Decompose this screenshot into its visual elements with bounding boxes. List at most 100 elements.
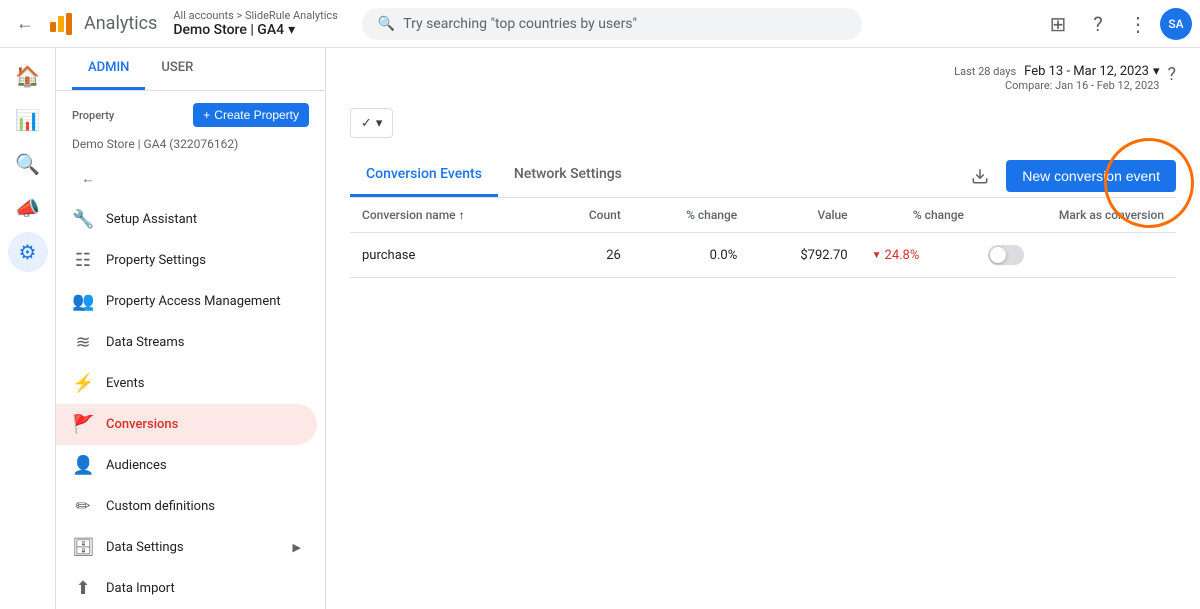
conversions-table: Conversion name Count % change Value % c…: [350, 198, 1176, 278]
avatar[interactable]: SA: [1160, 8, 1192, 40]
tab-network-settings[interactable]: Network Settings: [498, 154, 638, 197]
toggle-thumb: [990, 247, 1006, 263]
help-icon[interactable]: ?: [1167, 64, 1176, 85]
cell-count: 26: [546, 233, 633, 278]
setup-label: Setup Assistant: [106, 212, 197, 227]
streams-label: Data Streams: [106, 335, 184, 350]
top-navigation: ← Analytics All accounts > SlideRule Ana…: [0, 0, 1200, 48]
breadcrumb[interactable]: All accounts > SlideRule Analytics Demo …: [173, 9, 337, 38]
cell-count-change: 0.0%: [633, 233, 749, 278]
property-header: Property + Create Property: [72, 103, 309, 127]
account-label: Demo Store | GA4 (322076162): [56, 135, 325, 159]
status-filter-button[interactable]: ✓ ▾: [350, 108, 393, 138]
logo-bar-1: [50, 22, 56, 32]
content-area: Last 28 days Feb 13 - Mar 12, 2023 ▾ Com…: [326, 48, 1200, 609]
sidebar-item-data-streams[interactable]: ≋ Data Streams: [56, 322, 317, 363]
more-menu-button[interactable]: ⋮: [1120, 6, 1156, 42]
tab-user[interactable]: USER: [145, 48, 209, 90]
tab-conversion-events[interactable]: Conversion Events: [350, 154, 498, 197]
icon-sidebar: 🏠 📊 🔍 📣 ⚙: [0, 48, 56, 609]
status-filter: ✓ ▾: [350, 108, 1176, 138]
admin-content: Property + Create Property Demo Store | …: [56, 91, 325, 609]
col-header-value: Value: [749, 198, 859, 233]
date-compare: Compare: Jan 16 - Feb 12, 2023: [1005, 79, 1160, 92]
plus-icon: +: [203, 108, 210, 122]
data-import-icon: ⬆: [72, 578, 94, 599]
value-change-value: 24.8%: [885, 248, 920, 263]
grid-icon-button[interactable]: ⊞: [1040, 6, 1076, 42]
property-settings-label: Property Settings: [106, 253, 206, 268]
sidebar-item-advertising[interactable]: 📣: [8, 188, 48, 228]
sidebar-item-property-settings[interactable]: ☷ Property Settings: [56, 240, 317, 281]
create-property-label: Create Property: [214, 108, 299, 122]
cell-value-change: ▼ 24.8%: [860, 233, 976, 278]
content-header: Last 28 days Feb 13 - Mar 12, 2023 ▾ Com…: [326, 48, 1200, 100]
events-icon: ⚡: [72, 373, 94, 394]
breadcrumb-main[interactable]: Demo Store | GA4 ▾: [173, 22, 337, 38]
date-range[interactable]: Last 28 days Feb 13 - Mar 12, 2023 ▾ Com…: [954, 64, 1159, 92]
logo-bar-3: [66, 13, 72, 35]
app-title: Analytics: [84, 13, 157, 34]
col-header-value-change: % change: [860, 198, 976, 233]
check-icon: ✓: [361, 115, 372, 131]
main-layout: 🏠 📊 🔍 📣 ⚙ ADMIN USER Property + Create P…: [0, 48, 1200, 609]
sidebar-item-settings[interactable]: ⚙: [8, 232, 48, 272]
cell-toggle: [976, 233, 1176, 278]
sidebar-item-audiences[interactable]: 👤 Audiences: [56, 445, 317, 486]
sidebar-item-conversions[interactable]: 🚩 Conversions: [56, 404, 317, 445]
breadcrumb-top: All accounts > SlideRule Analytics: [173, 9, 337, 22]
sidebar-item-data-settings[interactable]: 🗄 Data Settings ▶: [56, 527, 317, 568]
down-arrow-icon: ▼: [872, 250, 882, 261]
streams-icon: ≋: [72, 332, 94, 353]
panel-back-button[interactable]: ←: [72, 163, 104, 195]
sidebar-item-home[interactable]: 🏠: [8, 56, 48, 96]
audiences-label: Audiences: [106, 458, 167, 473]
custom-def-icon: ✏: [72, 496, 94, 517]
back-icon[interactable]: ←: [8, 5, 42, 42]
data-import-label: Data Import: [106, 581, 175, 596]
expand-icon: ▶: [293, 541, 301, 554]
conversions-icon: 🚩: [72, 414, 94, 435]
cell-value: $792.70: [749, 233, 859, 278]
sidebar-item-custom-definitions[interactable]: ✏ Custom definitions: [56, 486, 317, 527]
sidebar-item-data-import[interactable]: ⬆ Data Import: [56, 568, 317, 609]
sidebar-item-events[interactable]: ⚡ Events: [56, 363, 317, 404]
col-header-mark: Mark as conversion: [976, 198, 1176, 233]
access-icon: 👥: [72, 291, 94, 312]
logo: [50, 13, 72, 35]
admin-user-tabs: ADMIN USER: [56, 48, 325, 91]
logo-bar-2: [58, 16, 64, 32]
help-icon-button[interactable]: ?: [1080, 6, 1116, 42]
setup-icon: 🔧: [72, 209, 94, 230]
access-label: Property Access Management: [106, 294, 281, 309]
download-button[interactable]: [962, 158, 998, 194]
audiences-icon: 👤: [72, 455, 94, 476]
nav-icon-group: ⊞ ? ⋮ SA: [1040, 6, 1192, 42]
content-body: ✓ ▾ Conversion Events Network Settings N…: [326, 100, 1200, 286]
col-header-name[interactable]: Conversion name: [350, 198, 546, 233]
custom-def-label: Custom definitions: [106, 499, 215, 514]
value-change-negative: ▼ 24.8%: [872, 248, 964, 263]
new-conversion-button[interactable]: New conversion event: [1006, 160, 1176, 192]
cell-name: purchase: [350, 233, 546, 278]
sidebar-item-setup-assistant[interactable]: 🔧 Setup Assistant: [56, 199, 317, 240]
status-filter-label: ▾: [376, 115, 383, 131]
property-settings-icon: ☷: [72, 250, 94, 271]
tab-actions: New conversion event: [962, 158, 1176, 194]
search-bar[interactable]: 🔍 Try searching "top countries by users": [362, 8, 862, 40]
tab-admin[interactable]: ADMIN: [72, 48, 145, 90]
content-tabs: Conversion Events Network Settings New c…: [350, 154, 1176, 198]
search-placeholder: Try searching "top countries by users": [403, 16, 637, 32]
col-header-count-change: % change: [633, 198, 749, 233]
sidebar-item-explore[interactable]: 🔍: [8, 144, 48, 184]
create-property-button[interactable]: + Create Property: [193, 103, 309, 127]
conversions-label: Conversions: [106, 417, 178, 432]
events-label: Events: [106, 376, 144, 391]
date-range-value[interactable]: Feb 13 - Mar 12, 2023 ▾: [1024, 64, 1159, 79]
property-label: Property: [72, 109, 114, 122]
search-icon: 🔍: [378, 16, 395, 32]
date-range-label: Last 28 days: [954, 65, 1016, 78]
conversion-toggle[interactable]: [988, 245, 1024, 265]
sidebar-item-reports[interactable]: 📊: [8, 100, 48, 140]
sidebar-item-property-access[interactable]: 👥 Property Access Management: [56, 281, 317, 322]
